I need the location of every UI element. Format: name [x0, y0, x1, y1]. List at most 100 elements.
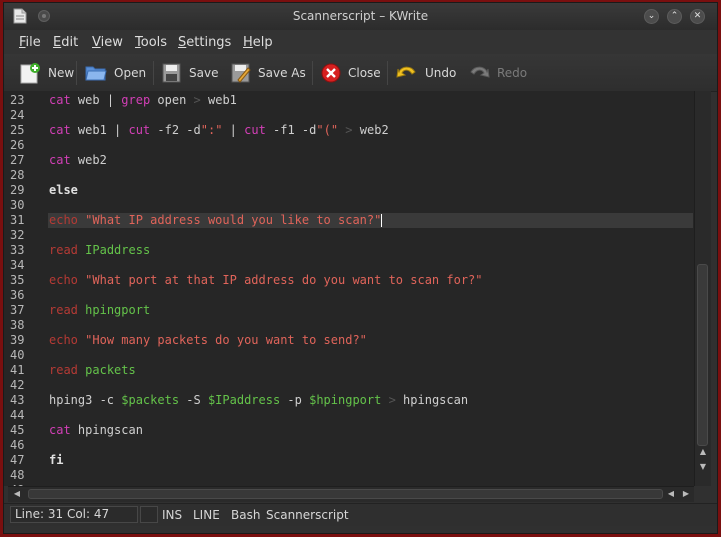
line-number: 37 — [10, 303, 25, 317]
open-button[interactable]: Open — [84, 60, 146, 86]
menu-view[interactable]: View — [92, 35, 123, 50]
toolbar-separator — [76, 61, 77, 85]
chevron-down-icon: ⌄ — [647, 11, 656, 21]
text-editor[interactable]: 23 cat web | grep open > web1 24 25 cat web1… — [4, 91, 704, 486]
code-line[interactable]: 38 — [4, 318, 704, 333]
code-line[interactable]: 31 echo "What IP address would you like t… — [4, 213, 704, 228]
menu-tools[interactable]: Tools — [135, 35, 167, 50]
code-line[interactable]: 32 — [4, 228, 704, 243]
menu-help[interactable]: Help — [243, 35, 273, 50]
code-token: $hpingport — [309, 393, 382, 407]
code-line[interactable]: 40 — [4, 348, 704, 363]
scroll-up-arrow-icon[interactable]: ▲ — [696, 446, 710, 458]
code-line[interactable]: 42 — [4, 378, 704, 393]
code-line[interactable]: 37 read hpingport — [4, 303, 704, 318]
toolbar-separator — [312, 61, 313, 85]
horizontal-scroll-thumb[interactable] — [28, 489, 663, 499]
vertical-scroll-thumb[interactable] — [697, 264, 708, 446]
maximize-button[interactable]: ⌃ — [667, 9, 682, 24]
save-as-button[interactable]: Save As — [230, 60, 306, 86]
code-line[interactable]: 36 — [4, 288, 704, 303]
code-line[interactable]: 39 echo "How many packets do you want to … — [4, 333, 704, 348]
minimize-button[interactable]: ⌄ — [644, 9, 659, 24]
new-button[interactable]: New — [18, 60, 74, 86]
text-cursor — [381, 214, 383, 227]
code-line[interactable]: 35 echo "What port at that IP address do … — [4, 273, 704, 288]
scroll-left-arrow-icon[interactable]: ◀ — [664, 488, 678, 500]
redo-button[interactable]: Redo — [467, 60, 527, 86]
menu-settings[interactable]: Settings — [178, 35, 231, 50]
code-line[interactable]: 24 — [4, 108, 704, 123]
redo-icon — [470, 66, 490, 78]
code-token: "How many packets do you want to send?" — [85, 333, 367, 347]
new-document-icon — [20, 63, 40, 84]
close-button[interactable]: Close — [320, 60, 381, 86]
line-number: 43 — [10, 393, 25, 407]
code-line[interactable]: 33 read IPaddress — [4, 243, 704, 258]
code-text: cat web | grep open > web1 — [49, 93, 237, 108]
selection-mode-indicator[interactable]: LINE — [193, 508, 220, 522]
open-label: Open — [114, 66, 147, 80]
code-token: echo — [49, 213, 78, 227]
line-number: 28 — [10, 168, 25, 182]
code-text: cat hpingscan — [49, 423, 143, 438]
line-number: 29 — [10, 183, 25, 197]
code-token: cat — [49, 153, 71, 167]
code-token: fi — [49, 453, 64, 467]
code-token: $packets — [121, 393, 180, 407]
code-text: fi — [49, 453, 63, 468]
save-as-icon — [231, 63, 251, 83]
kwrite-window: Scannerscript – KWrite ⌄ ⌃ ✕ File Edit V… — [3, 2, 718, 534]
line-number: 27 — [10, 153, 25, 167]
line-number: 31 — [10, 213, 25, 227]
code-line[interactable]: 46 — [4, 438, 704, 453]
code-line[interactable]: 29 else — [4, 183, 704, 198]
menu-edit[interactable]: Edit — [53, 35, 78, 50]
code-text: read IPaddress — [49, 243, 150, 258]
code-token: cat — [49, 123, 71, 137]
code-line[interactable]: 44 — [4, 408, 704, 423]
code-token: web1 | — [70, 123, 129, 137]
code-line[interactable]: 48 — [4, 468, 704, 483]
code-token: | — [222, 123, 245, 137]
vertical-scrollbar[interactable]: ▲ ▼ — [694, 91, 711, 486]
main-toolbar: New Open Save Save As Close Undo Redo — [4, 54, 717, 92]
code-token: cat — [49, 423, 71, 437]
code-line[interactable]: 43 hping3 -c $packets -S $IPaddress -p $h… — [4, 393, 704, 408]
code-line[interactable]: 41 read packets — [4, 363, 704, 378]
scroll-left-arrow-icon[interactable]: ◀ — [10, 488, 24, 500]
code-line[interactable]: 25 cat web1 | cut -f2 -d":" | cut -f1 -d"… — [4, 123, 704, 138]
code-line[interactable]: 45 cat hpingscan — [4, 423, 704, 438]
code-line[interactable]: 28 — [4, 168, 704, 183]
code-line[interactable]: 26 — [4, 138, 704, 153]
code-line[interactable]: 30 — [4, 198, 704, 213]
syntax-mode-indicator[interactable]: Bash — [231, 508, 260, 522]
menu-file[interactable]: File — [19, 35, 41, 50]
code-line[interactable]: 27 cat web2 — [4, 153, 704, 168]
code-token: > — [193, 93, 201, 107]
code-token: -p — [280, 393, 310, 407]
chevron-up-icon: ⌃ — [670, 11, 679, 21]
undo-button[interactable]: Undo — [395, 60, 456, 86]
title-bar[interactable]: Scannerscript – KWrite ⌄ ⌃ ✕ — [4, 3, 717, 31]
code-token: grep — [121, 93, 151, 107]
code-line[interactable]: 34 — [4, 258, 704, 273]
save-button[interactable]: Save — [161, 60, 218, 86]
code-text: cat web1 | cut -f2 -d":" | cut -f1 -d"("… — [49, 123, 389, 138]
close-window-button[interactable]: ✕ — [690, 9, 705, 24]
line-number: 34 — [10, 258, 25, 272]
code-token: packets — [85, 363, 136, 377]
insert-mode-indicator[interactable]: INS — [162, 508, 182, 522]
code-line[interactable]: 23 cat web | grep open > web1 — [4, 93, 704, 108]
scroll-right-arrow-icon[interactable]: ▶ — [679, 488, 693, 500]
code-token: cut — [128, 123, 151, 137]
code-token: "(" — [316, 123, 339, 137]
horizontal-scrollbar[interactable]: ◀ ◀ ▶ — [8, 486, 694, 502]
close-label: Close — [348, 66, 381, 80]
line-number: 41 — [10, 363, 25, 377]
line-number: 33 — [10, 243, 25, 257]
code-token: hpingport — [85, 303, 151, 317]
scroll-down-arrow-icon[interactable]: ▼ — [696, 461, 710, 473]
code-line[interactable]: 47 fi — [4, 453, 704, 468]
close-icon: ✕ — [693, 11, 702, 21]
